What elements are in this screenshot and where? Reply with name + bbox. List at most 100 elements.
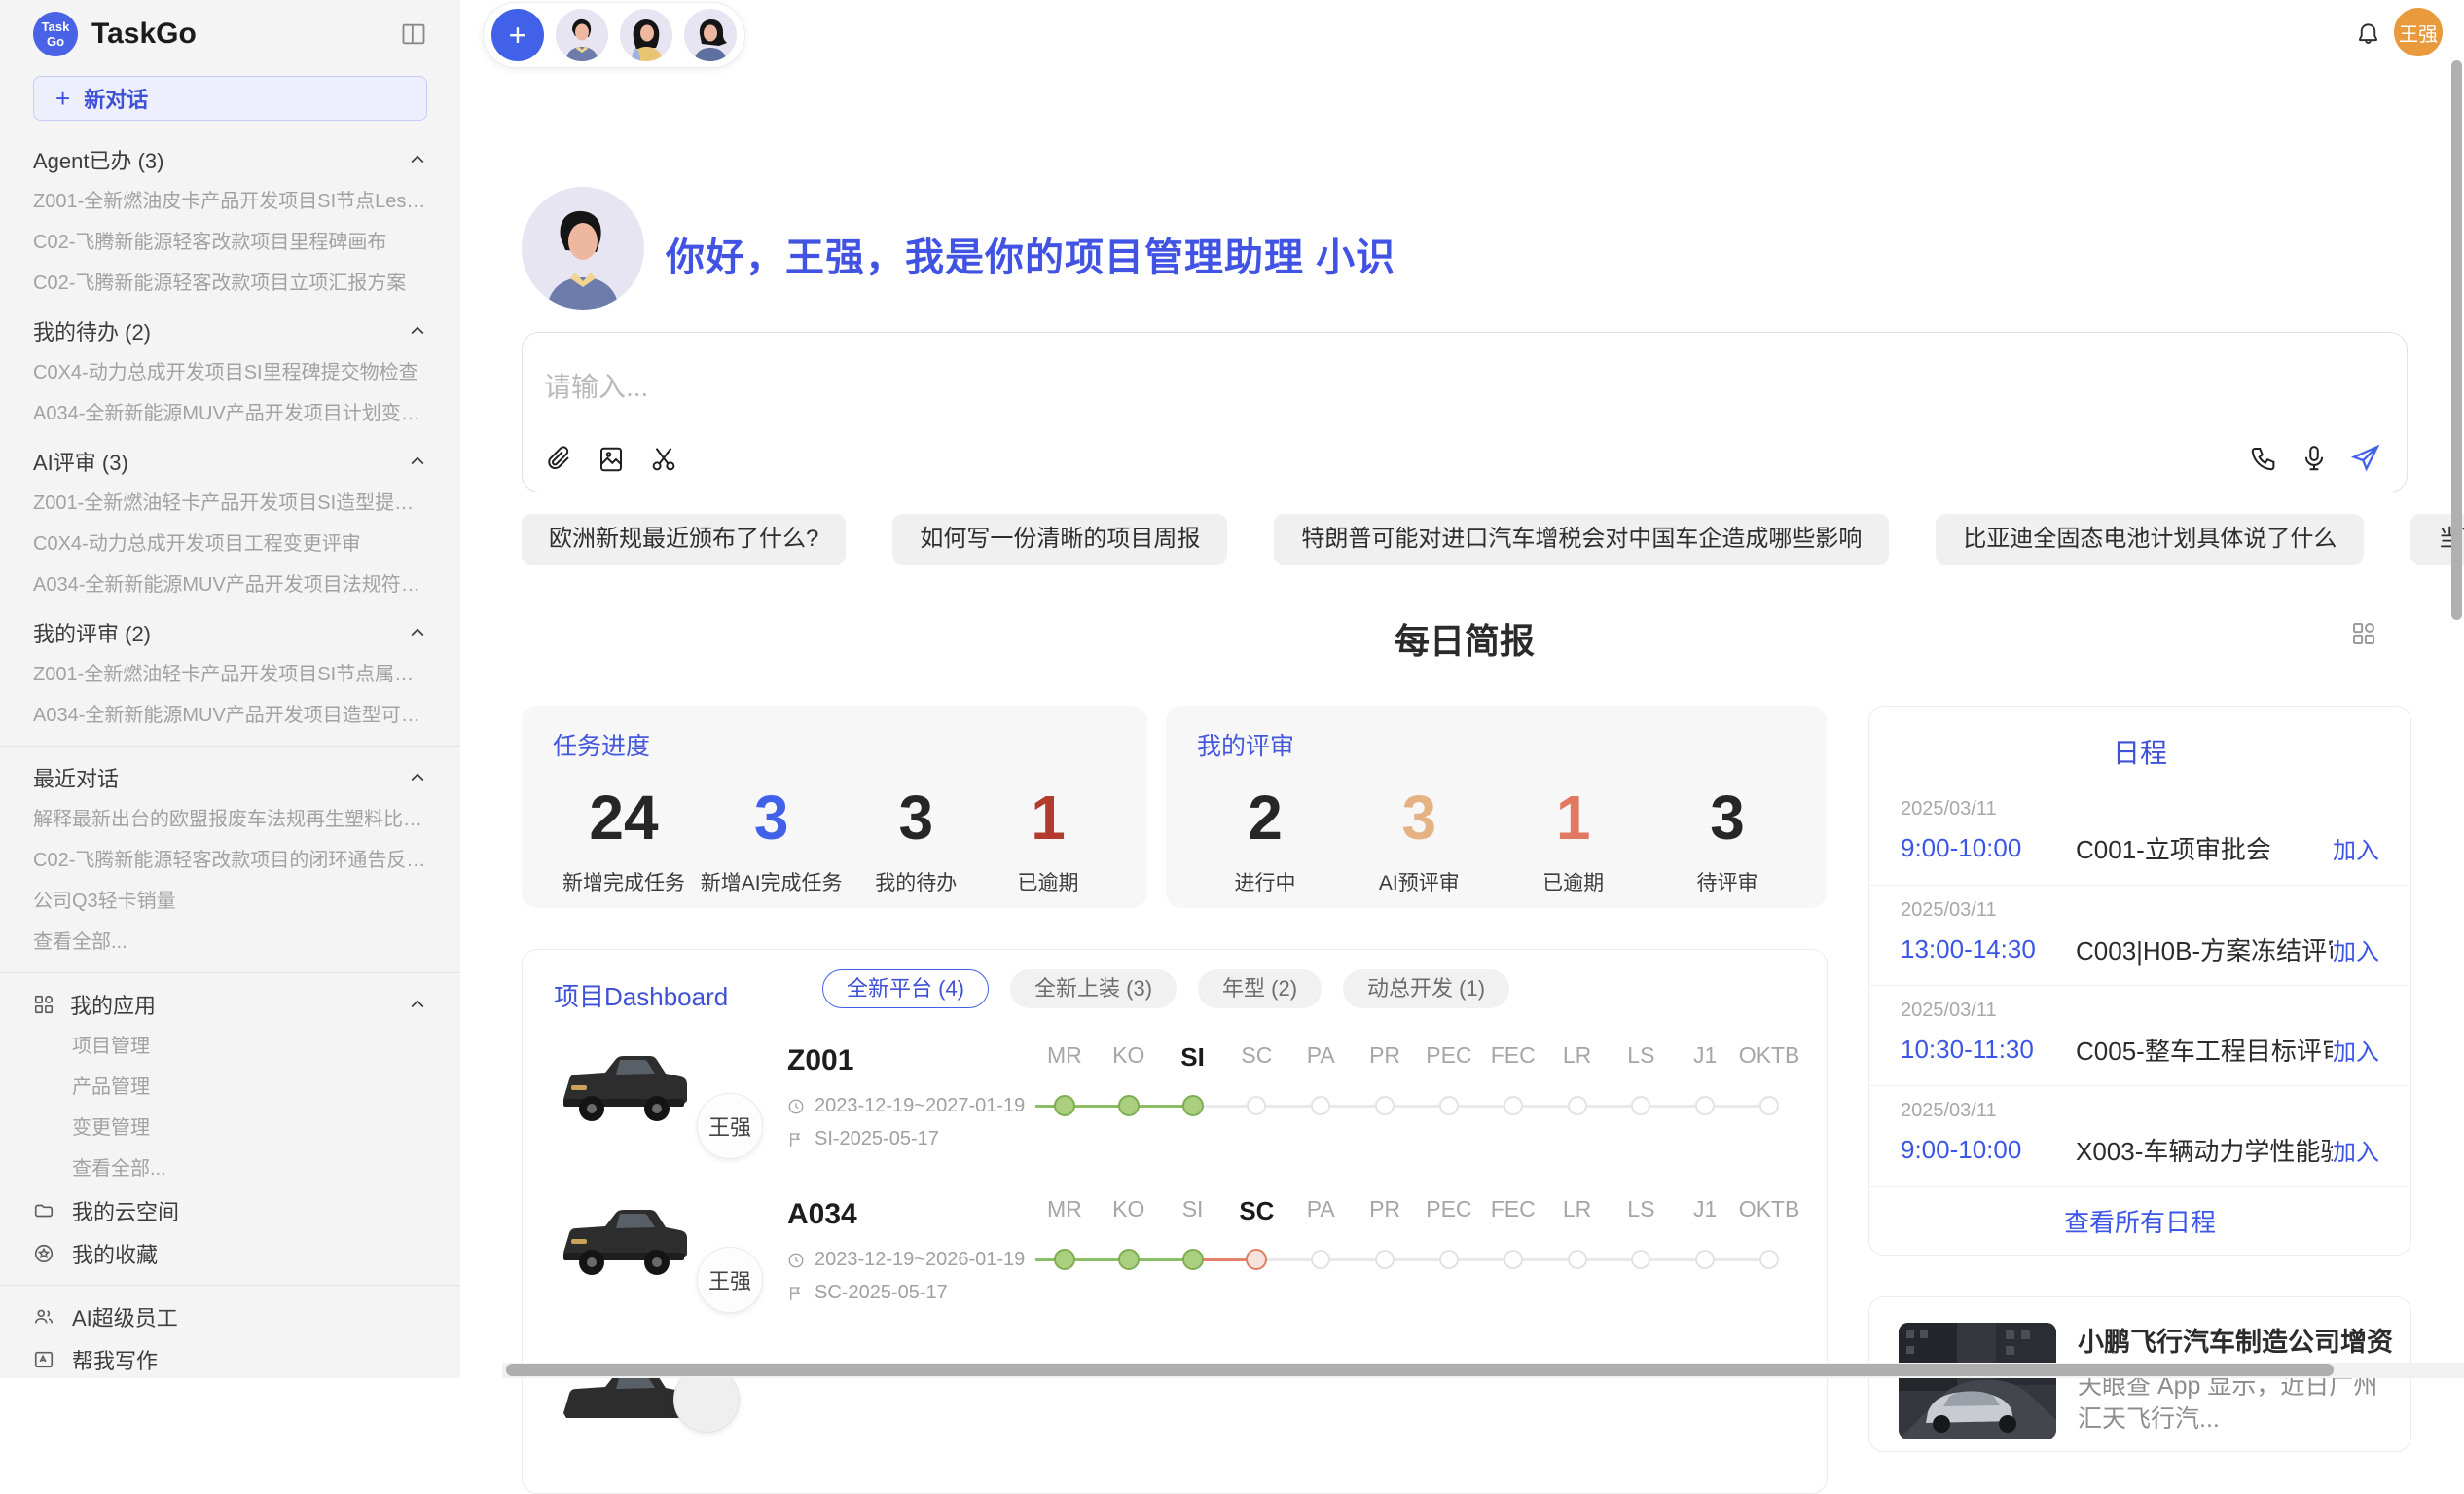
view-all-chats-link[interactable]: 查看全部...: [33, 922, 427, 963]
list-item[interactable]: A034-全新新能源MUV产品开发项目法规符合性评审: [33, 565, 427, 605]
milestone-dot[interactable]: [1568, 1096, 1587, 1115]
milestone-dot[interactable]: [1182, 1249, 1204, 1270]
milestone-dot-overdue[interactable]: [1246, 1249, 1267, 1270]
milestone-dot[interactable]: [1375, 1250, 1395, 1269]
list-item[interactable]: 公司Q3轻卡销量: [33, 881, 427, 922]
dashboard-title: 项目Dashboard: [554, 977, 728, 1013]
horizontal-scrollbar-thumb[interactable]: [506, 1364, 2334, 1376]
join-link[interactable]: 加入: [2333, 932, 2379, 966]
sidebar-collapse-icon[interactable]: [400, 20, 427, 48]
milestone-timeline: MRKOSISCPAPRPECFECLRLSJ1OKTB: [1033, 1196, 1801, 1273]
sidebar-item-help-write[interactable]: 帮我写作: [33, 1338, 427, 1378]
join-link[interactable]: 加入: [2333, 1033, 2379, 1067]
view-all-apps-link[interactable]: 查看全部...: [33, 1148, 427, 1189]
chevron-up-icon[interactable]: [408, 768, 427, 787]
milestone-dot[interactable]: [1759, 1096, 1779, 1115]
sidebar-item-project-mgmt[interactable]: 项目管理: [33, 1026, 427, 1067]
sidebar-item-ai-super-staff[interactable]: AI超级员工: [33, 1295, 427, 1338]
list-item[interactable]: 解释最新出台的欧盟报废车法规再生塑料比例被调至15%...: [33, 799, 427, 840]
filter-tab[interactable]: 全新平台 (4): [822, 969, 989, 1008]
suggestion-chip[interactable]: 如何写一份清晰的项目周报: [892, 514, 1227, 565]
suggestion-chip[interactable]: 欧洲新规最近颁布了什么?: [522, 514, 846, 565]
project-row[interactable]: 王强 Z001 2023-12-19~2027-01-19 SI-2025-05…: [523, 1033, 1827, 1179]
milestone-dot[interactable]: [1695, 1096, 1715, 1115]
add-session-button[interactable]: +: [491, 9, 544, 61]
section-agent-done[interactable]: Agent已办 (3): [33, 138, 427, 181]
message-composer: [522, 332, 2408, 492]
suggestion-chip[interactable]: 比亚迪全固态电池计划具体说了什么: [1936, 514, 2364, 565]
join-link[interactable]: 加入: [2333, 1133, 2379, 1167]
scissors-icon[interactable]: [649, 445, 678, 474]
join-link[interactable]: 加入: [2333, 831, 2379, 865]
section-my-todo[interactable]: 我的待办 (2): [33, 310, 427, 352]
milestone-dot[interactable]: [1504, 1250, 1523, 1269]
list-item[interactable]: Z001-全新燃油轻卡产品开发项目SI造型提交物评审: [33, 483, 427, 524]
milestone-dot[interactable]: [1054, 1095, 1075, 1116]
list-item[interactable]: C0X4-动力总成开发项目SI里程碑提交物检查: [33, 352, 427, 393]
chevron-up-icon[interactable]: [408, 623, 427, 642]
suggestion-chips: 欧洲新规最近颁布了什么? 如何写一份清晰的项目周报 特朗普可能对进口汽车增税会对…: [522, 514, 2410, 565]
milestone-dot[interactable]: [1311, 1096, 1330, 1115]
milestone-dot[interactable]: [1118, 1095, 1140, 1116]
milestone-dot[interactable]: [1054, 1249, 1075, 1270]
new-chat-button[interactable]: + 新对话: [33, 76, 427, 121]
milestone-dot[interactable]: [1118, 1249, 1140, 1270]
section-ai-review[interactable]: AI评审 (3): [33, 440, 427, 483]
sidebar-item-product-mgmt[interactable]: 产品管理: [33, 1067, 427, 1108]
attachment-icon[interactable]: [544, 445, 573, 474]
phone-call-icon[interactable]: [2249, 444, 2278, 473]
chevron-up-icon[interactable]: [408, 321, 427, 341]
view-all-schedule-link[interactable]: 查看所有日程: [1869, 1186, 2410, 1255]
list-item[interactable]: Z001-全新燃油皮卡产品开发项目SI节点Lesson Learn报告: [33, 181, 427, 222]
milestone-dot[interactable]: [1439, 1096, 1459, 1115]
vertical-scrollbar-thumb[interactable]: [2451, 60, 2462, 620]
milestone-dot[interactable]: [1439, 1250, 1459, 1269]
milestone-dot[interactable]: [1759, 1250, 1779, 1269]
filter-tab[interactable]: 年型 (2): [1198, 969, 1322, 1008]
section-my-review[interactable]: 我的评审 (2): [33, 611, 427, 654]
milestone-dot[interactable]: [1568, 1250, 1587, 1269]
stat: 3AI预评审: [1360, 776, 1477, 896]
milestone-dot[interactable]: [1311, 1250, 1330, 1269]
milestone-dot[interactable]: [1631, 1096, 1650, 1115]
filter-tab[interactable]: 全新上装 (3): [1010, 969, 1177, 1008]
list-item[interactable]: C02-飞腾新能源轻客改款项目的闭环通告反馈情况: [33, 840, 427, 881]
notification-bell-icon[interactable]: [2355, 21, 2381, 48]
avatar[interactable]: [684, 9, 737, 61]
milestone-dot[interactable]: [1695, 1250, 1715, 1269]
avatar[interactable]: [556, 9, 608, 61]
people-icon: [33, 1306, 56, 1328]
list-item[interactable]: C02-飞腾新能源轻客改款项目里程碑画布: [33, 222, 427, 263]
list-item[interactable]: A034-全新新能源MUV产品开发项目造型可行性评审: [33, 695, 427, 736]
list-item[interactable]: Z001-全新燃油轻卡产品开发项目SI节点属性5D文件评审: [33, 654, 427, 695]
microphone-icon[interactable]: [2300, 444, 2329, 473]
chevron-up-icon[interactable]: [408, 452, 427, 471]
milestone-dot[interactable]: [1247, 1096, 1266, 1115]
milestone-dot[interactable]: [1182, 1095, 1204, 1116]
milestone-dot[interactable]: [1504, 1096, 1523, 1115]
dashboard-filters: 全新平台 (4) 全新上装 (3) 年型 (2) 动总开发 (1): [822, 969, 1509, 1008]
sidebar-item-cloud-space[interactable]: 我的云空间: [33, 1189, 427, 1232]
sidebar-item-favorites[interactable]: 我的收藏: [33, 1232, 427, 1275]
suggestion-chip[interactable]: 特朗普可能对进口汽车增税会对中国车企造成哪些影响: [1274, 514, 1889, 565]
section-my-apps[interactable]: 我的应用: [33, 983, 427, 1026]
milestone-dot[interactable]: [1631, 1250, 1650, 1269]
list-item[interactable]: C0X4-动力总成开发项目工程变更评审: [33, 524, 427, 565]
news-snippet: 天眼查 App 显示，近日广州汇天飞行汽...: [2078, 1369, 2389, 1436]
milestone-dot[interactable]: [1375, 1096, 1395, 1115]
message-input[interactable]: [544, 372, 2004, 403]
avatar[interactable]: [620, 9, 672, 61]
project-row[interactable]: 王强 A034 2023-12-19~2026-01-19 SC-2025-05…: [523, 1186, 1827, 1332]
list-item[interactable]: A034-全新新能源MUV产品开发项目计划变更表编写: [33, 393, 427, 434]
section-recent-chats[interactable]: 最近对话: [33, 756, 427, 799]
image-icon[interactable]: [597, 445, 626, 474]
list-item[interactable]: C02-飞腾新能源轻客改款项目立项汇报方案: [33, 263, 427, 304]
send-icon[interactable]: [2350, 443, 2381, 474]
sidebar-item-change-mgmt[interactable]: 变更管理: [33, 1108, 427, 1148]
chevron-up-icon[interactable]: [408, 995, 427, 1014]
layout-grid-icon[interactable]: [2349, 619, 2378, 648]
filter-tab[interactable]: 动总开发 (1): [1343, 969, 1509, 1008]
user-avatar[interactable]: 王强: [2394, 8, 2443, 56]
schedule-panel: 日程 2025/03/11 9:00-10:00 C001-立项审批会 加入 2…: [1868, 706, 2411, 1256]
chevron-up-icon[interactable]: [408, 150, 427, 169]
